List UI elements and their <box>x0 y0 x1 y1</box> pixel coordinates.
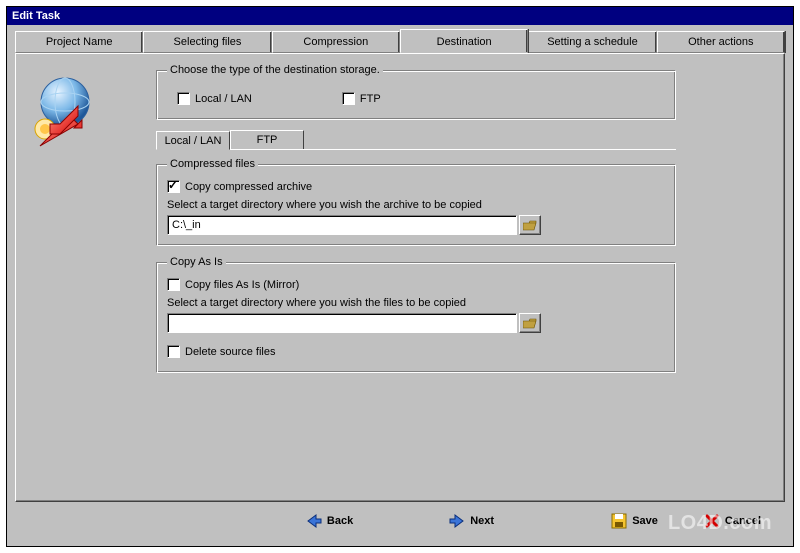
ftp-label: FTP <box>360 93 381 105</box>
button-bar: Back Next Save <box>15 502 785 540</box>
copy-asis-label: Copy files As Is (Mirror) <box>185 279 299 291</box>
arrow-left-icon <box>306 513 322 529</box>
storage-legend: Choose the type of the destination stora… <box>167 64 383 76</box>
checkbox-icon <box>167 278 180 291</box>
tab-label: Destination <box>437 36 492 48</box>
checkbox-icon <box>177 92 190 105</box>
copy-compressed-checkbox-row[interactable]: Copy compressed archive <box>167 180 665 193</box>
delete-source-checkbox-row[interactable]: Delete source files <box>167 345 665 358</box>
tab-label: Setting a schedule <box>547 36 638 48</box>
tab-label: Compression <box>303 36 368 48</box>
folder-open-icon <box>523 317 537 329</box>
checkbox-icon <box>167 180 180 193</box>
side-icon <box>26 64 156 491</box>
arrow-right-icon <box>449 513 465 529</box>
cancel-label: Cancel <box>725 515 761 527</box>
local-lan-label: Local / LAN <box>195 93 252 105</box>
tab-project-name[interactable]: Project Name <box>15 31 143 53</box>
next-label: Next <box>470 515 494 527</box>
browse-compressed-button[interactable] <box>519 215 541 235</box>
back-button[interactable]: Back <box>298 510 361 532</box>
next-button[interactable]: Next <box>441 510 502 532</box>
main-column: Choose the type of the destination stora… <box>156 64 774 491</box>
compressed-desc: Select a target directory where you wish… <box>167 199 665 211</box>
subtab-local-lan[interactable]: Local / LAN <box>156 131 230 150</box>
storage-type-group: Choose the type of the destination stora… <box>156 64 676 120</box>
titlebar: Edit Task <box>7 7 793 25</box>
subtab-label: Local / LAN <box>165 135 222 147</box>
tab-label: Selecting files <box>174 36 242 48</box>
folder-open-icon <box>523 219 537 231</box>
floppy-disk-icon <box>611 513 627 529</box>
body: Project Name Selecting files Compression… <box>7 25 793 546</box>
compressed-files-group: Compressed files Copy compressed archive… <box>156 158 676 246</box>
compressed-path-input[interactable] <box>167 215 517 235</box>
compressed-legend: Compressed files <box>167 158 258 170</box>
back-label: Back <box>327 515 353 527</box>
ftp-checkbox-row[interactable]: FTP <box>342 92 381 105</box>
tab-schedule[interactable]: Setting a schedule <box>528 31 656 53</box>
tab-panel-destination: Choose the type of the destination stora… <box>15 53 785 502</box>
window-title: Edit Task <box>12 10 60 22</box>
tab-label: Other actions <box>688 36 753 48</box>
tab-selecting-files[interactable]: Selecting files <box>143 31 271 53</box>
copyasis-path-input[interactable] <box>167 313 517 333</box>
tab-compression[interactable]: Compression <box>272 31 400 53</box>
copy-asis-checkbox-row[interactable]: Copy files As Is (Mirror) <box>167 278 665 291</box>
tab-destination[interactable]: Destination <box>400 29 528 53</box>
browse-copyasis-button[interactable] <box>519 313 541 333</box>
subtab-label: FTP <box>257 134 278 146</box>
checkbox-icon <box>342 92 355 105</box>
copy-as-is-group: Copy As Is Copy files As Is (Mirror) Sel… <box>156 256 676 373</box>
subtab-ftp[interactable]: FTP <box>230 130 304 149</box>
subtabs: Local / LAN FTP <box>156 130 676 150</box>
copyasis-desc: Select a target directory where you wish… <box>167 297 665 309</box>
copyasis-legend: Copy As Is <box>167 256 226 268</box>
save-button[interactable]: Save <box>603 510 666 532</box>
save-label: Save <box>632 515 658 527</box>
tab-label: Project Name <box>46 36 113 48</box>
globe-arrow-icon <box>30 74 100 149</box>
checkbox-icon <box>167 345 180 358</box>
tab-other-actions[interactable]: Other actions <box>657 31 785 53</box>
cancel-button[interactable]: Cancel <box>696 510 769 532</box>
window: Edit Task Project Name Selecting files C… <box>6 6 794 547</box>
main-tabs: Project Name Selecting files Compression… <box>15 31 785 53</box>
delete-source-label: Delete source files <box>185 346 276 358</box>
close-x-icon <box>704 513 720 529</box>
local-lan-checkbox-row[interactable]: Local / LAN <box>177 92 252 105</box>
copy-compressed-label: Copy compressed archive <box>185 181 312 193</box>
